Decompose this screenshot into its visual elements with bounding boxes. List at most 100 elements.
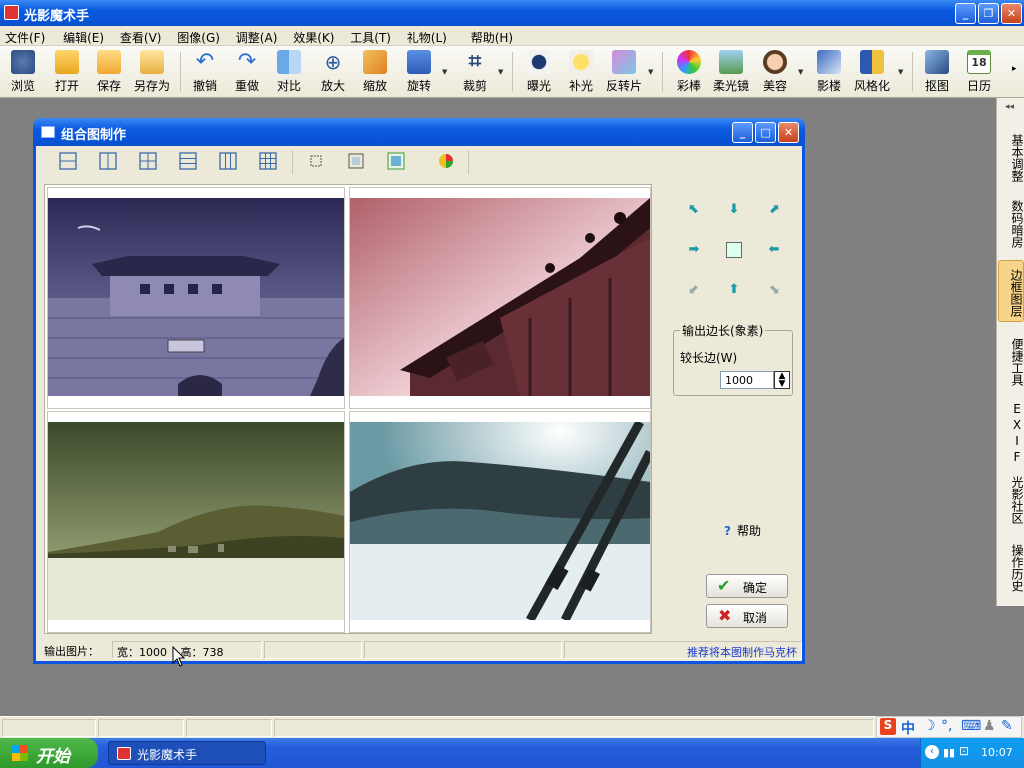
menu-view[interactable]: 查看(V)	[115, 26, 167, 46]
mug-recommend-link[interactable]: 推荐将本图制作马克杯	[564, 641, 802, 659]
tab-basic-adjust[interactable]: 基本调整	[998, 128, 1024, 188]
user-icon[interactable]: ♟	[983, 718, 996, 734]
help-link[interactable]: ? 帮助	[724, 522, 761, 539]
sogou-s-icon[interactable]: S	[880, 718, 896, 735]
layout-3-cols-icon[interactable]	[218, 151, 238, 171]
toolbar-more-arrow[interactable]: ▸	[1012, 64, 1017, 74]
menu-file[interactable]: 文件(F)	[0, 26, 50, 46]
tab-digital-darkroom[interactable]: 数码暗房	[998, 194, 1024, 254]
volume-icon[interactable]: ▮▮	[943, 746, 955, 759]
open-button[interactable]: 打开	[50, 48, 84, 96]
layout-3x3-icon[interactable]	[258, 151, 278, 171]
menu-image[interactable]: 图像(G)	[172, 26, 225, 46]
minimize-button[interactable]: _	[955, 3, 976, 24]
zoom-in-button[interactable]: ⊕ 放大	[316, 48, 350, 96]
compare-button[interactable]: 对比	[272, 48, 306, 96]
stylize-dropdown-arrow[interactable]: ▼	[898, 68, 903, 76]
reversal-film-button[interactable]: 反转片	[604, 48, 644, 96]
frame-setting-icon[interactable]	[346, 151, 366, 171]
layout-3-rows-icon[interactable]	[178, 151, 198, 171]
effects-dropdown-arrow[interactable]: ▼	[648, 68, 653, 76]
taskbar-item-app[interactable]: 光影魔术手	[108, 741, 266, 765]
tab-border-layers[interactable]: 边框图层	[998, 260, 1024, 322]
collage-slot-2[interactable]	[349, 187, 651, 409]
soft-focus-button[interactable]: 柔光镜	[710, 48, 752, 96]
ok-button[interactable]: ✔ 确定	[706, 574, 788, 598]
center-image-icon[interactable]	[726, 242, 742, 258]
move-down-icon[interactable]: ⬆	[726, 282, 742, 298]
exposure-button[interactable]: 曝光	[522, 48, 556, 96]
crop-dropdown-arrow[interactable]: ▼	[498, 68, 503, 76]
tab-exif[interactable]: EXIF	[998, 402, 1024, 466]
close-button[interactable]: ✕	[1001, 3, 1022, 24]
menu-help[interactable]: 帮助(H)	[466, 26, 518, 46]
collage-slot-4[interactable]	[349, 411, 651, 633]
network-icon[interactable]: ⊡	[959, 744, 969, 758]
margin-setting-icon[interactable]	[306, 151, 326, 171]
move-up-left-icon[interactable]: ⬉	[686, 202, 702, 218]
ime-toolbar[interactable]: S 中 ☽ °, ⌨ ♟ ✎	[876, 716, 1022, 738]
start-button[interactable]: 开始	[0, 738, 98, 768]
tab-community[interactable]: 光影社区	[998, 470, 1024, 530]
ime-mode-indicator[interactable]: 中	[901, 718, 915, 738]
wrench-icon[interactable]: ✎	[1001, 718, 1013, 734]
rotate-button[interactable]: 旋转	[402, 48, 436, 96]
collage-canvas[interactable]	[44, 184, 652, 634]
dialog-maximize-button[interactable]: □	[755, 122, 776, 143]
long-side-input[interactable]: 1000	[720, 371, 774, 389]
stylize-button[interactable]: 风格化	[852, 48, 892, 96]
toolbar-separator	[180, 52, 181, 92]
clock[interactable]: 10:07	[981, 746, 1013, 759]
resize-button[interactable]: 缩放	[358, 48, 392, 96]
app-title: 光影魔术手	[24, 9, 90, 24]
save-button[interactable]: 保存	[92, 48, 126, 96]
dialog-close-button[interactable]: ✕	[778, 122, 799, 143]
move-up-icon[interactable]: ⬇	[726, 202, 742, 218]
move-down-left-icon[interactable]: ⬋	[686, 282, 702, 298]
dialog-minimize-button[interactable]: _	[732, 122, 753, 143]
cancel-button[interactable]: ✖ 取消	[706, 604, 788, 628]
tray-expand-icon[interactable]: ‹	[925, 745, 939, 759]
menu-gifts[interactable]: 礼物(L)	[402, 26, 452, 46]
crop-button[interactable]: ⌗ 裁剪	[458, 48, 492, 96]
menu-effects[interactable]: 效果(K)	[288, 26, 339, 46]
cutout-button[interactable]: 抠图	[920, 48, 954, 96]
collage-slot-3[interactable]	[47, 411, 345, 633]
menu-tools[interactable]: 工具(T)	[345, 26, 396, 46]
output-dimensions: 宽：1000 高：738	[112, 641, 262, 659]
layout-2-rows-icon[interactable]	[58, 151, 78, 171]
tab-history[interactable]: 操作历史	[998, 538, 1024, 598]
move-left-icon[interactable]: ➡	[686, 242, 702, 258]
layout-2-cols-icon[interactable]	[98, 151, 118, 171]
keyboard-icon[interactable]: ⌨	[961, 718, 981, 734]
layout-2x2-icon[interactable]	[138, 151, 158, 171]
calendar-button[interactable]: 18 日历	[962, 48, 996, 96]
redo-button[interactable]: ↷ 重做	[230, 48, 264, 96]
beauty-dropdown-arrow[interactable]: ▼	[798, 68, 803, 76]
browse-button[interactable]: 浏览	[6, 48, 40, 96]
menu-adjust[interactable]: 调整(A)	[231, 26, 283, 46]
tab-quick-tools[interactable]: 便捷工具	[998, 332, 1024, 392]
collage-slot-1[interactable]	[47, 187, 345, 409]
move-down-right-icon[interactable]: ⬊	[766, 282, 782, 298]
background-image-icon[interactable]	[386, 151, 406, 171]
long-side-spinner[interactable]: ▲ ▼	[774, 371, 790, 389]
exposure-icon	[527, 50, 551, 74]
rotate-dropdown-arrow[interactable]: ▼	[442, 68, 447, 76]
color-wand-button[interactable]: 彩棒	[672, 48, 706, 96]
undo-button[interactable]: ↶ 撤销	[188, 48, 222, 96]
dialog-title-bar[interactable]: 组合图制作 _ □ ✕	[33, 118, 805, 146]
restore-button[interactable]: ❐	[978, 3, 999, 24]
color-picker-icon[interactable]	[436, 151, 456, 171]
punctuation-icon[interactable]: °,	[941, 718, 952, 734]
app-title-bar[interactable]: 光影魔术手 _ ❐ ✕	[0, 0, 1024, 26]
beauty-button[interactable]: 美容	[758, 48, 792, 96]
menu-edit[interactable]: 编辑(E)	[58, 26, 109, 46]
save-as-button[interactable]: 另存为	[132, 48, 172, 96]
collapse-panel-icon[interactable]: ◂◂	[1005, 102, 1014, 112]
moon-icon[interactable]: ☽	[923, 718, 936, 734]
fill-light-button[interactable]: 补光	[564, 48, 598, 96]
move-right-icon[interactable]: ⬅	[766, 242, 782, 258]
move-up-right-icon[interactable]: ⬈	[766, 202, 782, 218]
studio-button[interactable]: 影楼	[812, 48, 846, 96]
